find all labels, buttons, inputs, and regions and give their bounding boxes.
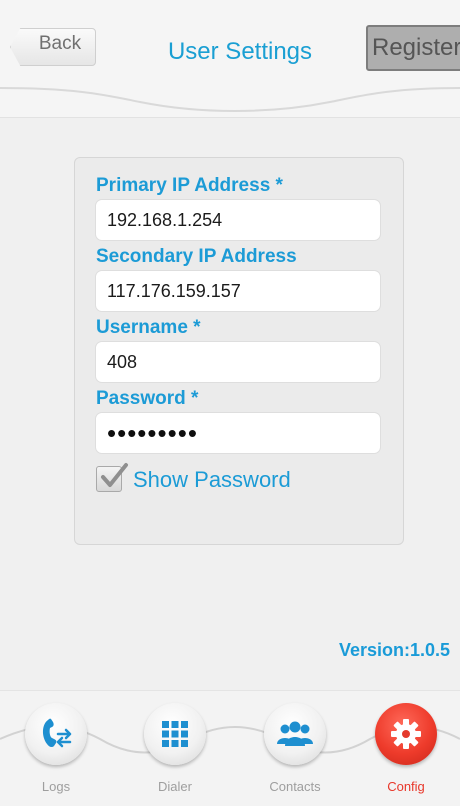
page-title: User Settings: [167, 38, 313, 65]
primary-ip-label: Primary IP Address *: [96, 175, 283, 196]
register-button[interactable]: Register: [366, 25, 460, 71]
primary-ip-value: 192.168.1.254: [107, 209, 223, 230]
password-label: Password *: [96, 388, 199, 409]
secondary-ip-label: Secondary IP Address: [96, 246, 297, 267]
tab-contacts-button[interactable]: [264, 703, 326, 765]
username-label: Username *: [96, 317, 201, 338]
tab-contacts[interactable]: Contacts: [253, 691, 337, 806]
tab-config-button[interactable]: [375, 703, 437, 765]
phone-swap-icon: [42, 718, 72, 748]
show-password-label[interactable]: Show Password: [133, 467, 291, 493]
contacts-group-icon: [277, 721, 313, 746]
bottom-tab-bar: Logs Dialer Contacts Config: [0, 690, 460, 806]
password-value: •••••••••: [107, 417, 198, 448]
back-button[interactable]: Back: [10, 28, 96, 66]
tab-logs[interactable]: Logs: [14, 691, 98, 806]
secondary-ip-input[interactable]: 117.176.159.157: [95, 270, 381, 312]
tab-config-label: Config: [387, 779, 425, 794]
username-value: 408: [107, 351, 138, 372]
show-password-checkbox[interactable]: [96, 463, 128, 492]
tab-contacts-label: Contacts: [269, 779, 321, 794]
username-input[interactable]: 408: [95, 341, 381, 383]
primary-ip-input[interactable]: 192.168.1.254: [95, 199, 381, 241]
gear-icon: [391, 719, 421, 749]
password-input[interactable]: •••••••••: [95, 412, 381, 454]
tab-dialer-button[interactable]: [144, 703, 206, 765]
tab-dialer-label: Dialer: [158, 779, 192, 794]
tab-dialer[interactable]: Dialer: [133, 691, 217, 806]
secondary-ip-value: 117.176.159.157: [107, 280, 241, 301]
tab-config[interactable]: Config: [364, 691, 448, 806]
checkmark-icon: [101, 463, 128, 487]
tab-logs-button[interactable]: [25, 703, 87, 765]
keypad-grid-icon: [162, 721, 188, 747]
tab-logs-label: Logs: [41, 779, 71, 794]
version-text: Version:1.0.5: [338, 640, 450, 660]
